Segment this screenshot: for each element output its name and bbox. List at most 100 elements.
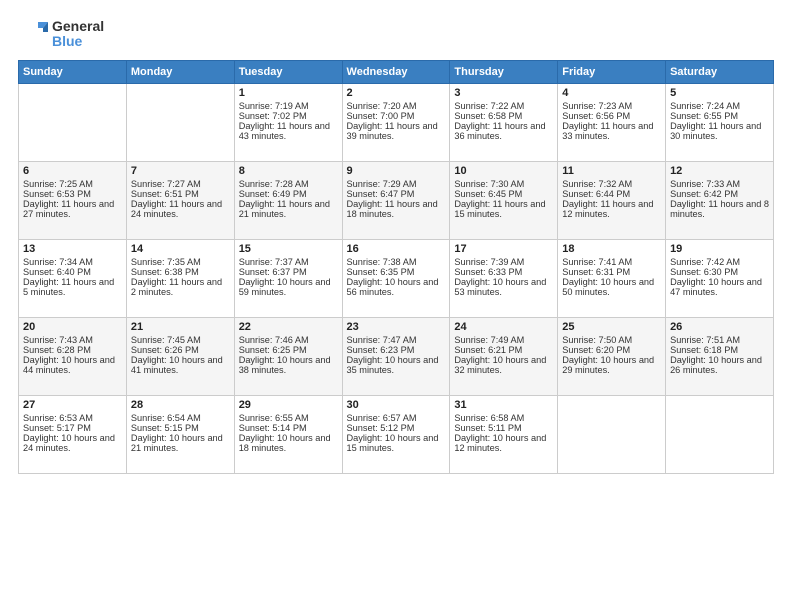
calendar-cell: 8Sunrise: 7:28 AMSunset: 6:49 PMDaylight… <box>234 162 342 240</box>
day-of-week-header: Tuesday <box>234 61 342 84</box>
cell-text: Daylight: 11 hours and 33 minutes. <box>562 121 661 141</box>
day-number: 28 <box>131 399 230 411</box>
cell-text: Sunrise: 7:45 AM <box>131 335 230 345</box>
cell-text: Sunset: 7:00 PM <box>347 111 446 121</box>
cell-text: Sunset: 6:25 PM <box>239 345 338 355</box>
cell-text: Daylight: 11 hours and 15 minutes. <box>454 199 553 219</box>
calendar-cell: 28Sunrise: 6:54 AMSunset: 5:15 PMDayligh… <box>126 396 234 474</box>
cell-text: Sunset: 5:12 PM <box>347 423 446 433</box>
cell-text: Sunrise: 7:42 AM <box>670 257 769 267</box>
cell-text: Daylight: 10 hours and 41 minutes. <box>131 355 230 375</box>
logo-bird-icon <box>18 18 50 50</box>
calendar-cell: 27Sunrise: 6:53 AMSunset: 5:17 PMDayligh… <box>19 396 127 474</box>
day-number: 10 <box>454 165 553 177</box>
cell-text: Sunrise: 7:37 AM <box>239 257 338 267</box>
cell-text: Sunrise: 7:51 AM <box>670 335 769 345</box>
cell-text: Sunrise: 7:43 AM <box>23 335 122 345</box>
cell-text: Sunset: 6:44 PM <box>562 189 661 199</box>
cell-text: Daylight: 11 hours and 39 minutes. <box>347 121 446 141</box>
cell-text: Sunset: 5:14 PM <box>239 423 338 433</box>
calendar-week-row: 1Sunrise: 7:19 AMSunset: 7:02 PMDaylight… <box>19 84 774 162</box>
calendar-cell: 3Sunrise: 7:22 AMSunset: 6:58 PMDaylight… <box>450 84 558 162</box>
cell-text: Daylight: 11 hours and 21 minutes. <box>239 199 338 219</box>
day-number: 18 <box>562 243 661 255</box>
day-number: 13 <box>23 243 122 255</box>
day-number: 12 <box>670 165 769 177</box>
day-number: 24 <box>454 321 553 333</box>
calendar-cell: 6Sunrise: 7:25 AMSunset: 6:53 PMDaylight… <box>19 162 127 240</box>
cell-text: Daylight: 11 hours and 27 minutes. <box>23 199 122 219</box>
day-of-week-header: Monday <box>126 61 234 84</box>
calendar-table: SundayMondayTuesdayWednesdayThursdayFrid… <box>18 60 774 474</box>
cell-text: Sunrise: 7:24 AM <box>670 101 769 111</box>
calendar-cell: 1Sunrise: 7:19 AMSunset: 7:02 PMDaylight… <box>234 84 342 162</box>
cell-text: Daylight: 10 hours and 44 minutes. <box>23 355 122 375</box>
cell-text: Sunrise: 7:28 AM <box>239 179 338 189</box>
calendar-week-row: 13Sunrise: 7:34 AMSunset: 6:40 PMDayligh… <box>19 240 774 318</box>
cell-text: Daylight: 10 hours and 32 minutes. <box>454 355 553 375</box>
calendar-cell: 12 Sunrise: 7:33 AMSunset: 6:42 PMDayligh… <box>666 162 774 240</box>
header: General Blue <box>18 18 774 50</box>
cell-text: Sunrise: 7:41 AM <box>562 257 661 267</box>
day-of-week-header: Saturday <box>666 61 774 84</box>
cell-text: Sunrise: 7:30 AM <box>454 179 553 189</box>
cell-text: Sunset: 6:28 PM <box>23 345 122 355</box>
calendar-cell: 29Sunrise: 6:55 AMSunset: 5:14 PMDayligh… <box>234 396 342 474</box>
cell-text: Sunrise: 7:38 AM <box>347 257 446 267</box>
day-number: 1 <box>239 87 338 99</box>
cell-text: Sunrise: 7:29 AM <box>347 179 446 189</box>
cell-text: Sunset: 6:35 PM <box>347 267 446 277</box>
cell-text: Daylight: 11 hours and 24 minutes. <box>131 199 230 219</box>
cell-text: Sunrise: 6:54 AM <box>131 413 230 423</box>
cell-text: Sunset: 6:38 PM <box>131 267 230 277</box>
day-of-week-header: Wednesday <box>342 61 450 84</box>
cell-text: Sunrise: 7:25 AM <box>23 179 122 189</box>
calendar-cell: 23Sunrise: 7:47 AMSunset: 6:23 PMDayligh… <box>342 318 450 396</box>
cell-text: Daylight: 11 hours and 36 minutes. <box>454 121 553 141</box>
cell-text: Sunset: 6:20 PM <box>562 345 661 355</box>
cell-text: Daylight: 10 hours and 29 minutes. <box>562 355 661 375</box>
cell-text: Sunset: 5:11 PM <box>454 423 553 433</box>
cell-text: Daylight: 10 hours and 15 minutes. <box>347 433 446 453</box>
calendar-cell <box>666 396 774 474</box>
day-number: 11 <box>562 165 661 177</box>
cell-text: Sunset: 6:21 PM <box>454 345 553 355</box>
day-number: 9 <box>347 165 446 177</box>
cell-text: Sunrise: 7:27 AM <box>131 179 230 189</box>
calendar-cell: 7Sunrise: 7:27 AMSunset: 6:51 PMDaylight… <box>126 162 234 240</box>
cell-text: Daylight: 10 hours and 59 minutes. <box>239 277 338 297</box>
cell-text: Sunrise: 7:34 AM <box>23 257 122 267</box>
cell-text: Sunset: 6:23 PM <box>347 345 446 355</box>
day-number: 14 <box>131 243 230 255</box>
calendar-header-row: SundayMondayTuesdayWednesdayThursdayFrid… <box>19 61 774 84</box>
cell-text: Daylight: 10 hours and 35 minutes. <box>347 355 446 375</box>
calendar-week-row: 27Sunrise: 6:53 AMSunset: 5:17 PMDayligh… <box>19 396 774 474</box>
day-number: 29 <box>239 399 338 411</box>
cell-text: Sunset: 6:33 PM <box>454 267 553 277</box>
cell-text: Sunrise: 7:33 AM <box>670 179 769 189</box>
cell-text: Daylight: 11 hours and 43 minutes. <box>239 121 338 141</box>
cell-text: Daylight: 10 hours and 50 minutes. <box>562 277 661 297</box>
cell-text: Sunrise: 7:46 AM <box>239 335 338 345</box>
cell-text: Daylight: 10 hours and 47 minutes. <box>670 277 769 297</box>
cell-text: Daylight: 10 hours and 26 minutes. <box>670 355 769 375</box>
calendar-cell <box>558 396 666 474</box>
cell-text: Sunset: 6:18 PM <box>670 345 769 355</box>
cell-text: Sunrise: 7:50 AM <box>562 335 661 345</box>
calendar-cell: 26Sunrise: 7:51 AMSunset: 6:18 PMDayligh… <box>666 318 774 396</box>
cell-text: Sunrise: 7:22 AM <box>454 101 553 111</box>
cell-text: Sunset: 6:30 PM <box>670 267 769 277</box>
calendar-cell: 10Sunrise: 7:30 AMSunset: 6:45 PMDayligh… <box>450 162 558 240</box>
cell-text: Daylight: 11 hours and 8 minutes. <box>670 199 769 219</box>
cell-text: Sunset: 6:42 PM <box>670 189 769 199</box>
cell-text: Sunset: 6:49 PM <box>239 189 338 199</box>
cell-text: Daylight: 10 hours and 12 minutes. <box>454 433 553 453</box>
day-number: 15 <box>239 243 338 255</box>
cell-text: Sunset: 5:15 PM <box>131 423 230 433</box>
calendar-cell: 22Sunrise: 7:46 AMSunset: 6:25 PMDayligh… <box>234 318 342 396</box>
cell-text: Sunrise: 7:20 AM <box>347 101 446 111</box>
cell-text: Sunset: 6:37 PM <box>239 267 338 277</box>
cell-text: Daylight: 11 hours and 12 minutes. <box>562 199 661 219</box>
cell-text: Daylight: 11 hours and 2 minutes. <box>131 277 230 297</box>
cell-text: Sunrise: 6:55 AM <box>239 413 338 423</box>
